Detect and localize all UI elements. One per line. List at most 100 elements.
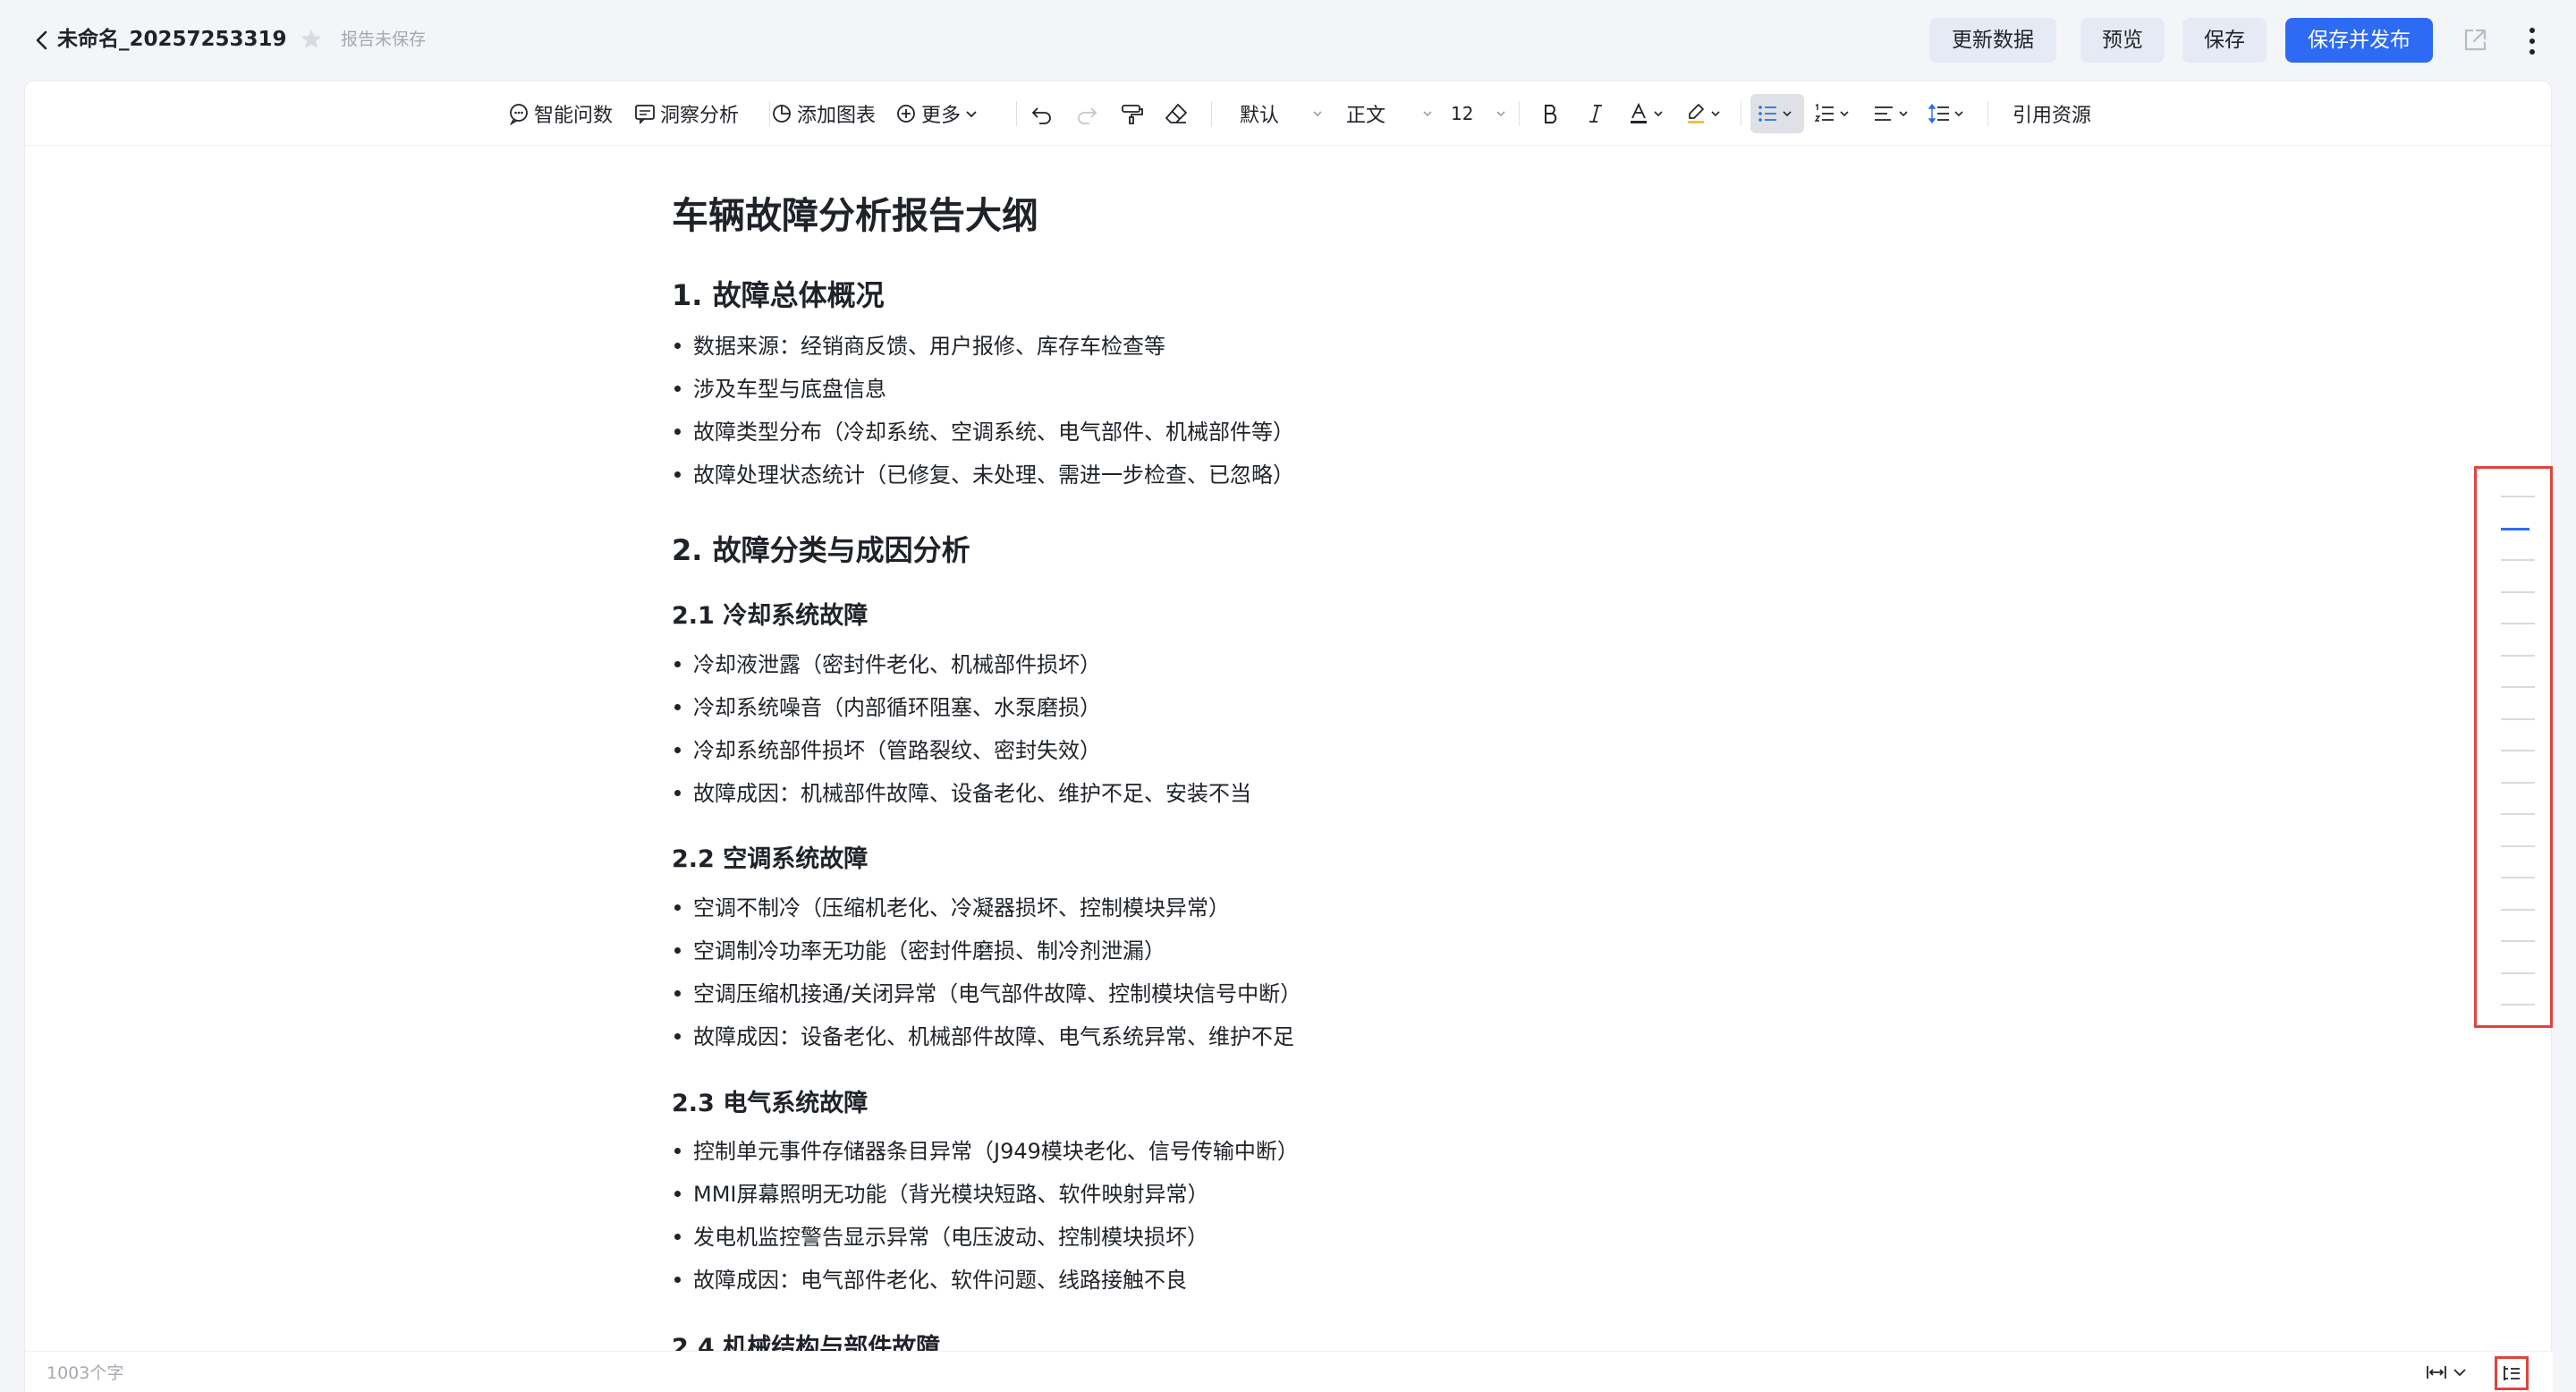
- bullet-dot: [674, 471, 681, 478]
- list-item-text: 冷却系统部件损坏（管路裂纹、密封失效）: [693, 738, 1101, 763]
- outline-entry[interactable]: [2501, 877, 2535, 878]
- formatting-toolbar: 智能问数 洞察分析 添加图表 更多 默认 正文 12 引用资源: [25, 81, 2553, 146]
- highlighter-icon: [1688, 104, 1704, 123]
- subsection-heading: 2.1 冷却系统故障: [672, 602, 869, 630]
- outline-entry[interactable]: [2501, 1004, 2535, 1006]
- list-item-text: 空调压缩机接通/关闭异常（电气部件故障、控制模块信号中断）: [693, 981, 1302, 1006]
- list-item-text: 数据来源：经销商反馈、用户报修、库存车检查等: [693, 334, 1165, 359]
- star-icon[interactable]: [299, 27, 324, 52]
- list-item-text: 涉及车型与底盘信息: [693, 377, 886, 402]
- font-color-icon: [1631, 102, 1647, 123]
- bullet-dot: [674, 746, 681, 753]
- outline-entry[interactable]: [2501, 845, 2535, 847]
- undo-button[interactable]: [1029, 81, 1055, 146]
- list-item: 冷却液泄露（密封件老化、机械部件损坏）: [672, 649, 1101, 681]
- toolbar-divider: [1211, 101, 1212, 126]
- outline-entry[interactable]: [2501, 813, 2535, 815]
- bullet-dot: [674, 989, 681, 997]
- paragraph-style-value: 正文: [1346, 105, 1386, 127]
- italic-icon: [1589, 105, 1602, 123]
- outline-minimap: [2474, 466, 2553, 1028]
- outline-entry[interactable]: [2501, 717, 2535, 720]
- update-data-button[interactable]: 更新数据: [1929, 18, 2056, 63]
- outline-entry[interactable]: [2501, 972, 2535, 974]
- toolbar-divider: [1987, 101, 1988, 126]
- format-painter-button[interactable]: [1118, 81, 1145, 146]
- save-button[interactable]: 保存: [2182, 18, 2267, 63]
- outline-entry[interactable]: [2501, 750, 2535, 751]
- pie-chart-icon: [773, 105, 791, 123]
- redo-button[interactable]: [1073, 81, 1100, 146]
- list-item: 故障处理状态统计（已修复、未处理、需进一步检查、已忽略）: [672, 459, 1294, 491]
- outline-entry-active[interactable]: [2501, 527, 2529, 530]
- list-item: MMI屏幕照明无功能（背光模块短路、软件映射异常）: [672, 1178, 1209, 1210]
- chevron-down-icon: [1899, 111, 1908, 117]
- bullet-dot: [674, 1147, 681, 1154]
- outline-entry[interactable]: [2501, 590, 2535, 593]
- outline-entry[interactable]: [2501, 559, 2535, 561]
- list-item-text: 冷却液泄露（密封件老化、机械部件损坏）: [693, 652, 1101, 677]
- more-options-icon[interactable]: [2521, 23, 2544, 59]
- numbered-list-button[interactable]: [1812, 81, 1852, 146]
- smart-ask-button[interactable]: 智能问数: [507, 81, 613, 146]
- bullet-list-button[interactable]: [1755, 81, 1794, 146]
- plus-circle-icon: [897, 105, 915, 123]
- bullet-dot: [674, 385, 681, 392]
- page-width-toggle-icon[interactable]: [2422, 1359, 2476, 1386]
- outline-entry[interactable]: [2501, 496, 2535, 497]
- outline-entry[interactable]: [2501, 654, 2535, 657]
- chat-ai-icon: [509, 104, 528, 125]
- list-item: 控制单元事件存储器条目异常（J949模块老化、信号传输中断）: [672, 1135, 1299, 1167]
- more-menu-button[interactable]: 更多: [894, 81, 980, 146]
- highlight-color-button[interactable]: [1683, 81, 1723, 146]
- save-and-publish-button[interactable]: 保存并发布: [2285, 18, 2433, 63]
- font-family-select[interactable]: 默认: [1240, 81, 1326, 146]
- text-align-button[interactable]: [1871, 81, 1911, 146]
- bullet-dot: [674, 789, 681, 796]
- outline-entry[interactable]: [2501, 781, 2535, 784]
- toolbar-divider: [1016, 101, 1017, 126]
- list-item-text: 冷却系统噪音（内部循环阻塞、水泵磨损）: [693, 695, 1101, 720]
- list-item: 冷却系统部件损坏（管路裂纹、密封失效）: [672, 734, 1101, 767]
- chevron-down-icon: [1654, 111, 1663, 117]
- bullet-dot: [674, 1276, 681, 1283]
- line-spacing-button[interactable]: [1927, 81, 1966, 146]
- font-size-select[interactable]: 12: [1451, 81, 1509, 146]
- list-item-text: 控制单元事件存储器条目异常（J949模块老化、信号传输中断）: [693, 1139, 1299, 1164]
- paragraph-style-select[interactable]: 正文: [1346, 81, 1436, 146]
- top-bar: 未命名_20257253319 报告未保存 更新数据 预览 保存 保存并发布: [0, 0, 2576, 81]
- chevron-down-icon: [1783, 111, 1792, 117]
- chevron-left-icon[interactable]: [27, 25, 57, 55]
- share-export-icon[interactable]: [2460, 25, 2490, 55]
- italic-button[interactable]: [1583, 81, 1608, 146]
- preview-button[interactable]: 预览: [2080, 18, 2165, 63]
- list-item-text: 故障类型分布（冷却系统、空调系统、电气部件、机械部件等）: [693, 420, 1294, 445]
- bullet-dot: [674, 946, 681, 954]
- numbered-list-icon: [1814, 103, 1834, 122]
- document-title: 车辆故障分析报告大纲: [672, 194, 1038, 237]
- clear-format-button[interactable]: [1163, 81, 1190, 146]
- outline-entry[interactable]: [2501, 623, 2535, 624]
- cite-resources-button[interactable]: 引用资源: [2012, 81, 2091, 146]
- font-color-button[interactable]: [1626, 81, 1665, 146]
- list-item: 发电机监控警告显示异常（电压波动、控制模块损坏）: [672, 1221, 1208, 1253]
- list-item: 空调制冷功率无功能（密封件磨损、制冷剂泄漏）: [672, 935, 1165, 967]
- list-item: 故障成因：电气部件老化、软件问题、线路接触不良: [672, 1264, 1187, 1296]
- report-title[interactable]: 未命名_20257253319: [57, 24, 287, 55]
- list-item-text: 空调不制冷（压缩机老化、冷凝器损坏、控制模块异常）: [693, 895, 1230, 921]
- align-left-icon: [1875, 106, 1893, 121]
- insight-analysis-button[interactable]: 洞察分析: [633, 81, 739, 146]
- add-chart-button[interactable]: 添加图表: [770, 81, 876, 146]
- chevron-down-icon: [966, 111, 977, 118]
- outline-entry[interactable]: [2501, 940, 2535, 942]
- outline-entry[interactable]: [2501, 908, 2535, 911]
- chevron-down-icon: [1711, 111, 1720, 117]
- bullet-dot: [674, 904, 681, 911]
- bullet-dot: [674, 1233, 681, 1240]
- add-chart-label: 添加图表: [797, 105, 877, 127]
- outline-entry[interactable]: [2501, 686, 2535, 688]
- bold-button[interactable]: [1538, 81, 1563, 146]
- outline-toggle-button[interactable]: [2495, 1356, 2529, 1390]
- list-item: 涉及车型与底盘信息: [672, 373, 886, 405]
- save-status-text: 报告未保存: [341, 30, 427, 49]
